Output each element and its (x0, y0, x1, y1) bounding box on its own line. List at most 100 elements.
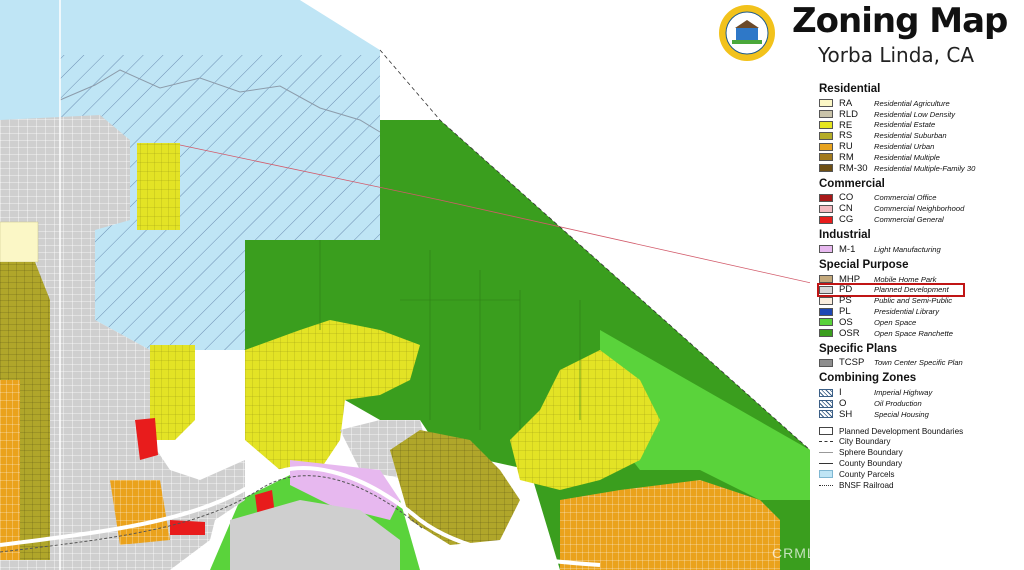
legend-item-ps: PS Public and Semi-Public (819, 295, 1019, 306)
legend-code: RM (839, 151, 854, 163)
legend-description: Open Space Ranchette (874, 328, 953, 338)
legend-panel: Zoning Map Yorba Linda, CA Residential R… (719, 0, 1024, 570)
legend-item-pd: PD Planned Development (817, 282, 965, 298)
legend-description: Commercial Neighborhood (874, 204, 965, 214)
re-zone-west-strip (150, 345, 195, 440)
legend-description: Residential Low Density (874, 109, 956, 119)
overlay-description: Planned Development Boundaries (839, 426, 964, 436)
legend-section-residential: Residential (819, 83, 881, 95)
legend-code: CN (839, 203, 853, 215)
legend-swatch (819, 245, 833, 254)
overlay-description: City Boundary (839, 437, 891, 447)
legend-description: Special Housing (874, 409, 929, 419)
cg-zone-2 (170, 520, 205, 535)
legend-code: SH (839, 408, 853, 420)
legend-code: CG (839, 214, 854, 226)
legend-description: Commercial Office (874, 193, 937, 203)
re-zone-north (137, 143, 180, 230)
legend-item-osr: OSR Open Space Ranchette (819, 328, 1019, 339)
legend-description: Light Manufacturing (874, 244, 941, 254)
legend-swatch (819, 110, 833, 119)
legend-description: Residential Urban (874, 142, 935, 152)
legend-swatch (819, 99, 833, 108)
legend-overlay-fill: County Parcels (819, 469, 1019, 480)
legend-description: Mobile Home Park (874, 274, 937, 284)
title-block: Zoning Map Yorba Linda, CA (719, 0, 1024, 78)
overlay-swatch (819, 452, 833, 454)
legend-section-combining-zones: Combining Zones (819, 372, 917, 385)
legend-code: PS (839, 295, 852, 307)
legend-item-re: RE Residential Estate (819, 120, 1019, 131)
legend-swatch (819, 296, 833, 305)
legend-swatch (819, 153, 833, 162)
legend-item-rs: RS Residential Suburban (819, 130, 1019, 141)
legend-swatch (819, 307, 833, 316)
legend-item-ru: RU Residential Urban (819, 141, 1019, 152)
legend-swatch (819, 388, 833, 397)
legend-swatch (819, 358, 833, 367)
legend-code: MHP (839, 273, 861, 285)
legend-item-os: OS Open Space (819, 317, 1019, 328)
legend-code: OS (839, 316, 853, 328)
ra-zone (0, 221, 39, 263)
legend-description: Commercial General (874, 215, 944, 225)
legend-swatch (819, 120, 833, 129)
legend-description: Open Space (874, 317, 917, 327)
overlay-swatch (819, 484, 833, 486)
overlay-swatch (819, 463, 833, 465)
page-title: Zoning Map (792, 1, 1008, 41)
legend-section-special-purpose: Special Purpose (819, 258, 909, 271)
legend-description: Planned Development (874, 285, 949, 295)
legend-description: Town Center Specific Plan (874, 358, 963, 368)
legend-code: I (839, 387, 842, 399)
legend-item-sh: SH Special Housing (819, 409, 1019, 420)
ru-zone-southwest (110, 480, 170, 545)
legend-description: Residential Suburban (874, 131, 947, 141)
legend-section-industrial: Industrial (819, 228, 871, 241)
legend-item-o: O Oil Production (819, 398, 1019, 409)
overlay-description: Sphere Boundary (839, 448, 903, 458)
legend-code: RS (839, 130, 853, 142)
legend-code: PL (839, 306, 851, 318)
legend-code: OSR (839, 327, 860, 339)
legend-swatch (819, 164, 833, 173)
legend-swatch (819, 329, 833, 338)
legend-code: RLD (839, 108, 859, 120)
zoning-legend: Residential RA Residential Agriculture RLD… (817, 79, 1019, 491)
overlay-description: BNSF Railroad (839, 480, 894, 490)
overlay-swatch (819, 427, 833, 436)
legend-swatch (819, 215, 833, 224)
legend-code: RE (839, 119, 853, 131)
legend-swatch (819, 204, 833, 213)
legend-item-tcsp: TCSP Town Center Specific Plan (819, 357, 1019, 368)
legend-code: PD (839, 284, 853, 296)
legend-section-specific-plans: Specific Plans (819, 342, 897, 355)
legend-swatch (819, 142, 833, 151)
legend-item-rld: RLD Residential Low Density (819, 109, 1019, 120)
legend-code: RU (839, 141, 853, 153)
legend-item-cn: CN Commercial Neighborhood (819, 203, 1019, 214)
legend-section-commercial: Commercial (819, 177, 885, 190)
legend-item-co: CO Commercial Office (819, 192, 1019, 204)
legend-item-i: I Imperial Highway (819, 387, 1019, 398)
ru-zone-west-strip (0, 380, 20, 560)
watermark: CRMLS (772, 545, 827, 561)
legend-description: Residential Multiple (874, 152, 940, 162)
city-seal (719, 5, 775, 61)
legend-item-rm: RM Residential Multiple (819, 152, 1019, 163)
legend-swatch (819, 193, 833, 202)
overlay-description: County Boundary (839, 459, 903, 469)
legend-code: RM-30 (839, 162, 868, 174)
legend-swatch (819, 318, 833, 327)
legend-overlay-thin: Sphere Boundary (819, 447, 1019, 458)
overlay-description: County Parcels (839, 469, 895, 479)
legend-overlay-rail: BNSF Railroad (819, 480, 1019, 491)
legend-swatch (819, 285, 833, 294)
legend-description: Public and Semi-Public (874, 296, 953, 306)
legend-code: CO (839, 192, 854, 204)
legend-item-rm-30: RM-30 Residential Multiple-Family 30 (819, 163, 1019, 174)
legend-item-pl: PL Presidential Library (819, 306, 1019, 317)
legend-description: Presidential Library (874, 307, 939, 317)
legend-code: M-1 (839, 243, 856, 255)
zoning-map[interactable] (0, 0, 810, 570)
